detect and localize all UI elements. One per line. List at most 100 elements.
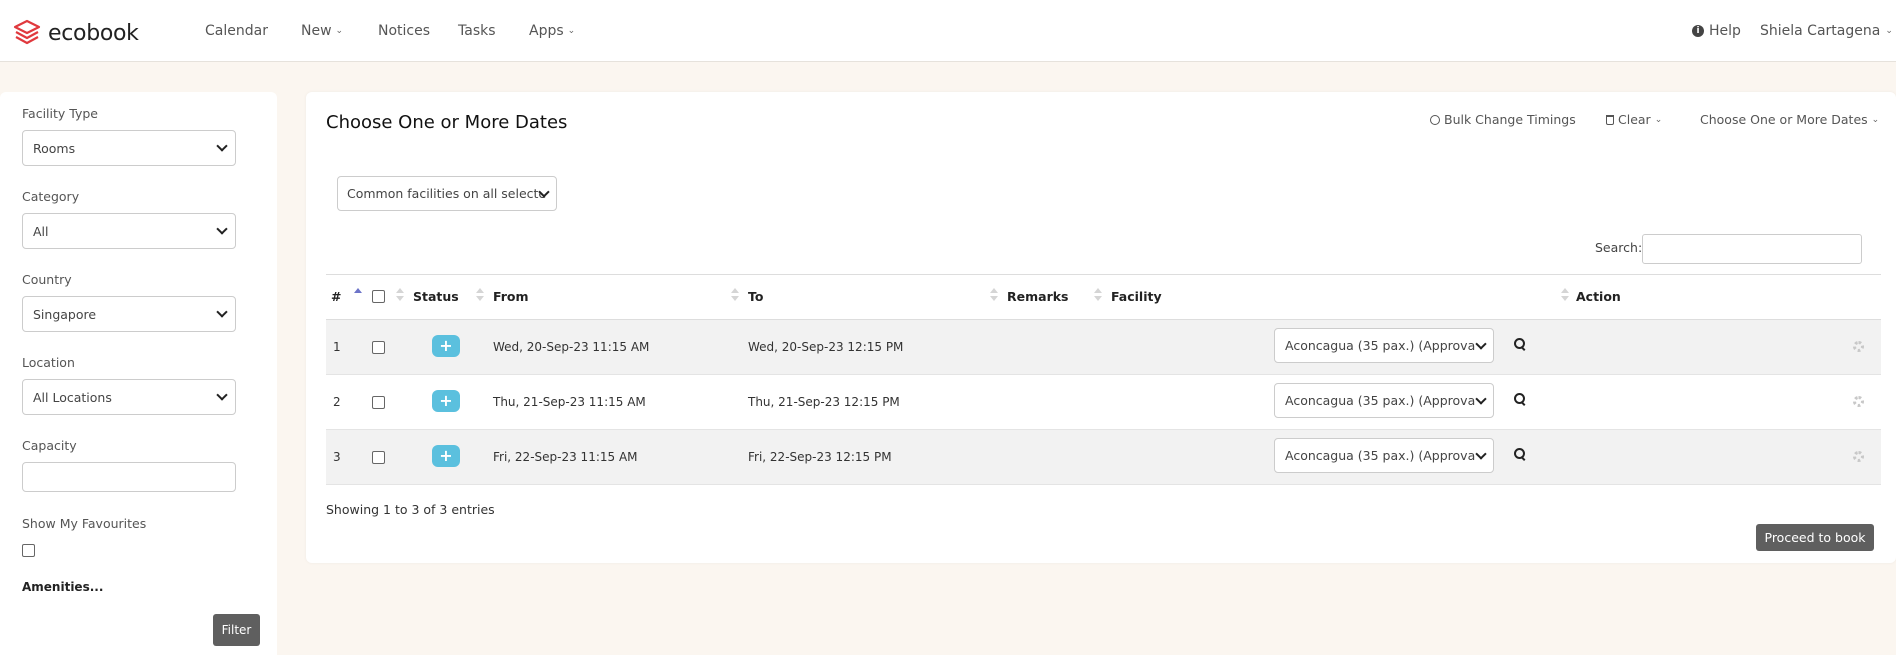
filter-button[interactable]: Filter bbox=[213, 614, 260, 646]
add-status-button[interactable]: + bbox=[432, 335, 460, 357]
favourites-checkbox[interactable] bbox=[22, 544, 35, 557]
facility-select[interactable]: Aconcagua (35 pax.) (Approva bbox=[1274, 438, 1494, 473]
facility-select[interactable]: Aconcagua (35 pax.) (Approva bbox=[1274, 328, 1494, 363]
row-number: 2 bbox=[333, 395, 341, 409]
search-input[interactable] bbox=[1642, 234, 1862, 264]
chevron-down-icon bbox=[216, 306, 228, 318]
nav-new[interactable]: New ⌄ bbox=[301, 23, 343, 39]
brand-logo[interactable]: ecobook bbox=[12, 18, 139, 48]
info-icon: i bbox=[1692, 25, 1704, 37]
country-label: Country bbox=[22, 272, 72, 287]
row-to: Wed, 20-Sep-23 12:15 PM bbox=[748, 340, 904, 354]
amenities-link[interactable]: Amenities... bbox=[22, 580, 103, 594]
category-select[interactable]: All bbox=[22, 213, 236, 249]
ecobook-logo-icon bbox=[13, 19, 41, 45]
col-facility[interactable]: Facility bbox=[1111, 289, 1162, 304]
row-from: Wed, 20-Sep-23 11:15 AM bbox=[493, 340, 650, 354]
clock-icon bbox=[1430, 114, 1440, 125]
chevron-down-icon: ⌄ bbox=[567, 26, 576, 36]
row-to: Thu, 21-Sep-23 12:15 PM bbox=[748, 395, 900, 409]
chevron-down-icon: ⌄ bbox=[1871, 114, 1880, 125]
nav-tasks[interactable]: Tasks bbox=[458, 23, 496, 39]
select-all-checkbox[interactable] bbox=[372, 290, 385, 303]
nav-new-label: New bbox=[301, 23, 332, 39]
search-icon[interactable] bbox=[1514, 338, 1526, 352]
page-title: Choose One or More Dates bbox=[326, 112, 568, 133]
facility-value: Aconcagua (35 pax.) (Approva bbox=[1285, 393, 1476, 408]
row-number: 1 bbox=[333, 340, 341, 354]
chevron-down-icon bbox=[1475, 448, 1487, 460]
sort-icon bbox=[731, 288, 739, 304]
proceed-to-book-button[interactable]: Proceed to book bbox=[1756, 524, 1874, 551]
sort-icon bbox=[476, 288, 484, 304]
add-status-button[interactable]: + bbox=[432, 445, 460, 467]
help-link[interactable]: i Help bbox=[1692, 23, 1741, 39]
bulk-change-label: Bulk Change Timings bbox=[1444, 112, 1576, 127]
row-number: 3 bbox=[333, 450, 341, 464]
gear-icon[interactable] bbox=[1853, 341, 1864, 352]
col-to[interactable]: To bbox=[748, 289, 763, 304]
top-navbar: ecobook Calendar New ⌄ Notices Tasks Apps… bbox=[0, 0, 1896, 62]
brand-name: ecobook bbox=[48, 20, 139, 46]
table-row: 1 + Wed, 20-Sep-23 11:15 AM Wed, 20-Sep-… bbox=[326, 320, 1881, 375]
row-from: Fri, 22-Sep-23 11:15 AM bbox=[493, 450, 638, 464]
choose-dates-label: Choose One or More Dates bbox=[1700, 112, 1868, 127]
capacity-label: Capacity bbox=[22, 438, 77, 453]
help-label: Help bbox=[1709, 23, 1741, 39]
table-row: 3 + Fri, 22-Sep-23 11:15 AM Fri, 22-Sep-… bbox=[326, 430, 1881, 485]
chevron-down-icon: ⌄ bbox=[335, 26, 344, 36]
sort-icon bbox=[396, 288, 404, 304]
row-to: Fri, 22-Sep-23 12:15 PM bbox=[748, 450, 892, 464]
col-status[interactable]: Status bbox=[413, 289, 459, 304]
clear-label: Clear bbox=[1618, 112, 1651, 127]
table-info: Showing 1 to 3 of 3 entries bbox=[326, 502, 495, 517]
facility-type-value: Rooms bbox=[33, 140, 76, 156]
nav-notices[interactable]: Notices bbox=[378, 23, 430, 39]
row-checkbox[interactable] bbox=[372, 396, 385, 409]
choose-dates-dropdown[interactable]: Choose One or More Dates ⌄ bbox=[1700, 112, 1879, 127]
facility-value: Aconcagua (35 pax.) (Approva bbox=[1285, 338, 1476, 353]
chevron-down-icon bbox=[216, 223, 228, 235]
chevron-down-icon bbox=[216, 140, 228, 152]
chevron-down-icon bbox=[216, 389, 228, 401]
col-remarks[interactable]: Remarks bbox=[1007, 289, 1068, 304]
search-label: Search: bbox=[1595, 240, 1643, 255]
nav-calendar[interactable]: Calendar bbox=[205, 23, 268, 39]
col-action: Action bbox=[1576, 289, 1621, 304]
table-header: # Status From To Remarks Facility Action bbox=[326, 274, 1881, 320]
search-icon[interactable] bbox=[1514, 448, 1526, 462]
favourites-label: Show My Favourites bbox=[22, 516, 147, 531]
country-select[interactable]: Singapore bbox=[22, 296, 236, 332]
common-facilities-value: Common facilities on all selecte bbox=[347, 186, 547, 201]
gear-icon[interactable] bbox=[1853, 451, 1864, 462]
sort-asc-icon bbox=[354, 288, 362, 304]
common-facilities-select[interactable]: Common facilities on all selecte bbox=[337, 176, 557, 211]
col-from[interactable]: From bbox=[493, 289, 529, 304]
user-menu[interactable]: Shiela Cartagena ⌄ bbox=[1760, 23, 1893, 39]
location-select[interactable]: All Locations bbox=[22, 379, 236, 415]
row-from: Thu, 21-Sep-23 11:15 AM bbox=[493, 395, 646, 409]
facility-type-select[interactable]: Rooms bbox=[22, 130, 236, 166]
filter-sidebar: Facility Type Rooms Category All Country… bbox=[0, 92, 277, 655]
sort-icon bbox=[990, 288, 998, 304]
bulk-change-timings-button[interactable]: Bulk Change Timings bbox=[1430, 112, 1576, 127]
sort-icon bbox=[1561, 288, 1569, 304]
facility-type-label: Facility Type bbox=[22, 106, 98, 121]
country-value: Singapore bbox=[33, 306, 97, 322]
search-icon[interactable] bbox=[1514, 393, 1526, 407]
facility-select[interactable]: Aconcagua (35 pax.) (Approva bbox=[1274, 383, 1494, 418]
add-status-button[interactable]: + bbox=[432, 390, 460, 412]
category-label: Category bbox=[22, 189, 80, 204]
sort-icon bbox=[1094, 288, 1102, 304]
gear-icon[interactable] bbox=[1853, 396, 1864, 407]
row-checkbox[interactable] bbox=[372, 341, 385, 354]
nav-apps[interactable]: Apps ⌄ bbox=[529, 23, 575, 39]
row-checkbox[interactable] bbox=[372, 451, 385, 464]
table-row: 2 + Thu, 21-Sep-23 11:15 AM Thu, 21-Sep-… bbox=[326, 375, 1881, 430]
col-number[interactable]: # bbox=[331, 289, 341, 304]
capacity-input[interactable] bbox=[22, 462, 236, 492]
nav-calendar-label: Calendar bbox=[205, 23, 268, 39]
facility-value: Aconcagua (35 pax.) (Approva bbox=[1285, 448, 1476, 463]
chevron-down-icon bbox=[1475, 393, 1487, 405]
clear-dropdown[interactable]: Clear ⌄ bbox=[1606, 112, 1662, 127]
